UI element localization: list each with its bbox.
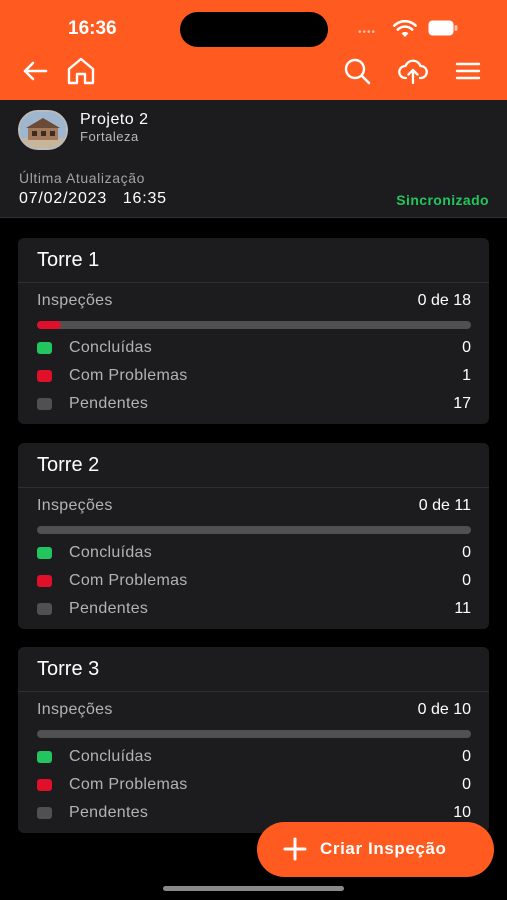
problem-dot-icon bbox=[37, 575, 52, 587]
inspections-count: 0 de 10 bbox=[417, 701, 471, 718]
signal-icon: •••• bbox=[358, 27, 377, 38]
status-row-pending: Pendentes 11 bbox=[37, 600, 471, 620]
row-value: 11 bbox=[454, 600, 471, 617]
row-label: Concluídas bbox=[69, 339, 153, 356]
progress-bar bbox=[37, 526, 471, 534]
inspections-label: Inspeções bbox=[37, 701, 113, 718]
back-arrow-icon[interactable] bbox=[20, 56, 50, 86]
row-label: Concluídas bbox=[69, 748, 153, 765]
last-update-value: 07/02/2023 16:35 bbox=[19, 190, 167, 207]
app-header: 16:36 •••• bbox=[0, 0, 507, 100]
divider bbox=[18, 487, 489, 488]
pending-dot-icon bbox=[37, 603, 52, 615]
problem-dot-icon bbox=[37, 779, 52, 791]
create-inspection-label: Criar Inspeção bbox=[320, 839, 447, 858]
status-time: 16:36 bbox=[68, 18, 117, 39]
project-header: Projeto 2 Fortaleza Última Atualização 0… bbox=[0, 100, 507, 218]
cloud-upload-icon[interactable] bbox=[398, 56, 428, 86]
row-label: Com Problemas bbox=[69, 776, 188, 793]
problem-dot-icon bbox=[37, 370, 52, 382]
dynamic-island bbox=[180, 12, 328, 47]
divider bbox=[18, 282, 489, 283]
tower-card[interactable]: Torre 1 Inspeções 0 de 18 Concluídas 0 C… bbox=[18, 238, 489, 424]
status-row-done: Concluídas 0 bbox=[37, 748, 471, 768]
row-value: 10 bbox=[453, 804, 471, 821]
row-value: 17 bbox=[453, 395, 471, 412]
plus-icon bbox=[283, 837, 307, 861]
project-avatar[interactable] bbox=[18, 110, 68, 150]
divider bbox=[18, 691, 489, 692]
inspections-count: 0 de 11 bbox=[418, 497, 471, 514]
pending-dot-icon bbox=[37, 807, 52, 819]
status-row-pending: Pendentes 17 bbox=[37, 395, 471, 415]
done-dot-icon bbox=[37, 547, 52, 559]
row-label: Pendentes bbox=[69, 600, 149, 617]
row-value: 0 bbox=[462, 339, 471, 356]
hamburger-menu-icon[interactable] bbox=[453, 56, 483, 86]
last-update-label: Última Atualização bbox=[19, 170, 145, 186]
status-row-pending: Pendentes 10 bbox=[37, 804, 471, 824]
battery-icon bbox=[428, 20, 458, 36]
search-icon[interactable] bbox=[342, 56, 372, 86]
done-dot-icon bbox=[37, 342, 52, 354]
done-dot-icon bbox=[37, 751, 52, 763]
create-inspection-button[interactable]: Criar Inspeção bbox=[257, 822, 494, 877]
inspections-label: Inspeções bbox=[37, 292, 113, 309]
status-row-problems: Com Problemas 0 bbox=[37, 776, 471, 796]
pending-dot-icon bbox=[37, 398, 52, 410]
progress-fill-problems bbox=[37, 321, 62, 329]
tower-card[interactable]: Torre 2 Inspeções 0 de 11 Concluídas 0 C… bbox=[18, 443, 489, 629]
row-label: Concluídas bbox=[69, 544, 153, 561]
project-city: Fortaleza bbox=[80, 129, 139, 144]
inspections-label: Inspeções bbox=[37, 497, 113, 514]
row-label: Pendentes bbox=[69, 804, 149, 821]
tower-title: Torre 2 bbox=[37, 454, 100, 476]
status-row-problems: Com Problemas 0 bbox=[37, 572, 471, 592]
row-value: 0 bbox=[462, 572, 471, 589]
home-indicator bbox=[163, 886, 344, 891]
row-value: 0 bbox=[462, 748, 471, 765]
row-value: 1 bbox=[462, 367, 471, 384]
wifi-icon bbox=[393, 20, 417, 37]
row-label: Com Problemas bbox=[69, 367, 188, 384]
row-label: Pendentes bbox=[69, 395, 149, 412]
project-name: Projeto 2 bbox=[80, 111, 149, 128]
home-icon[interactable] bbox=[66, 56, 96, 86]
inspections-count: 0 de 18 bbox=[417, 292, 471, 309]
progress-bar bbox=[37, 730, 471, 738]
status-row-done: Concluídas 0 bbox=[37, 339, 471, 359]
progress-bar bbox=[37, 321, 471, 329]
row-value: 0 bbox=[462, 544, 471, 561]
row-label: Com Problemas bbox=[69, 572, 188, 589]
tower-title: Torre 3 bbox=[37, 658, 100, 680]
sync-status: Sincronizado bbox=[396, 192, 489, 208]
row-value: 0 bbox=[462, 776, 471, 793]
status-row-problems: Com Problemas 1 bbox=[37, 367, 471, 387]
tower-title: Torre 1 bbox=[37, 249, 100, 271]
tower-card[interactable]: Torre 3 Inspeções 0 de 10 Concluídas 0 C… bbox=[18, 647, 489, 833]
status-row-done: Concluídas 0 bbox=[37, 544, 471, 564]
